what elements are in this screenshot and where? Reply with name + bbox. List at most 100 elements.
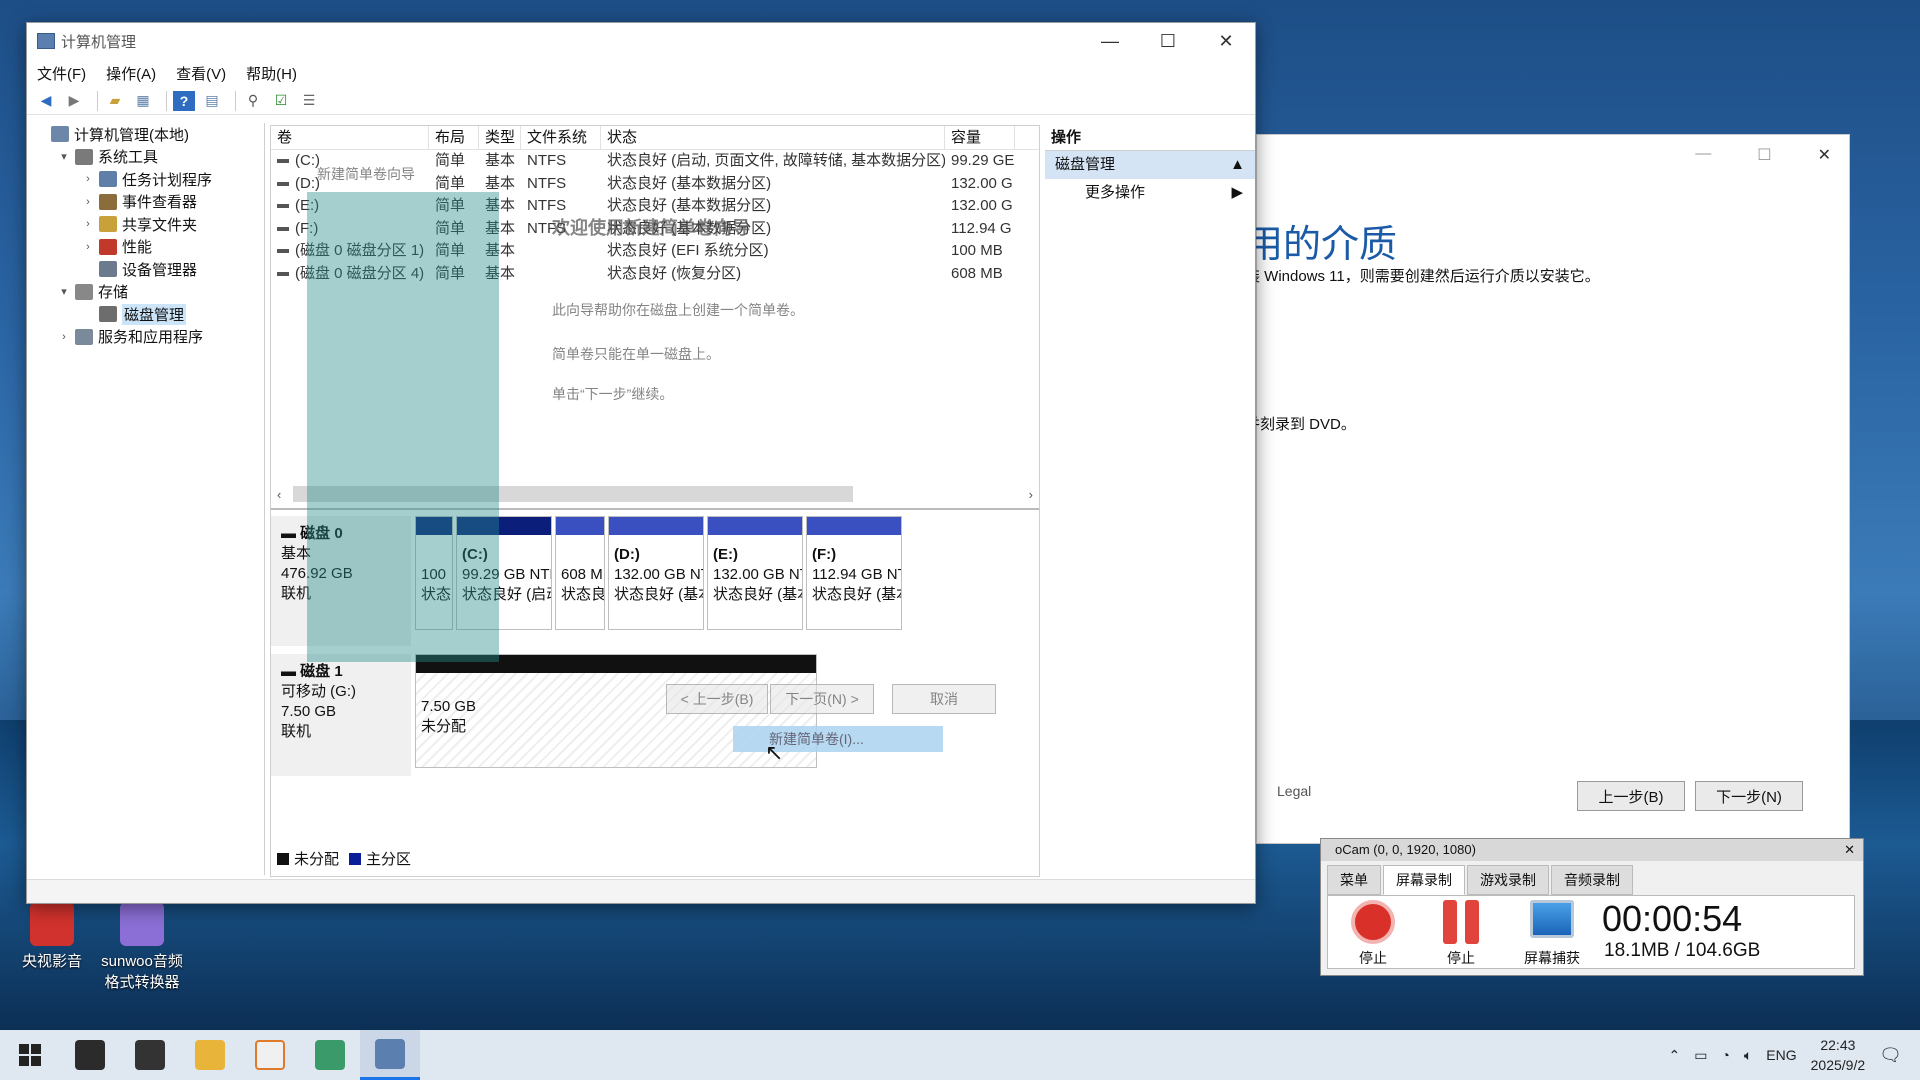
cell-capacity: 99.29 GE bbox=[951, 152, 1015, 169]
tree-item[interactable]: › 共享文件夹 bbox=[27, 213, 264, 236]
battery-icon[interactable]: ▭ bbox=[1694, 1047, 1707, 1064]
ocam-capture-button[interactable]: 屏幕捕获 bbox=[1514, 900, 1590, 968]
ocam-file-size: 18.1MB / 104.6GB bbox=[1604, 940, 1761, 961]
tree-node-icon bbox=[51, 126, 69, 143]
col-header-filesystem[interactable]: 文件系统 bbox=[521, 126, 601, 149]
col-header-layout[interactable]: 布局 bbox=[429, 126, 479, 149]
clock[interactable]: 22:43 2025/9/2 bbox=[1811, 1035, 1866, 1075]
expand-twisty-icon[interactable]: ▾ bbox=[57, 285, 71, 298]
setup-next-button[interactable]: 下一步(N) bbox=[1695, 781, 1803, 811]
clock-time: 22:43 bbox=[1820, 1037, 1856, 1053]
expand-twisty-icon[interactable]: › bbox=[57, 331, 71, 343]
ocam-tab-screen-record[interactable]: 屏幕录制 bbox=[1383, 865, 1465, 895]
disk0-partition[interactable]: (F:) 112.94 GB NTF 状态良好 (基本 bbox=[806, 516, 902, 630]
tree-item[interactable]: › 任务计划程序 bbox=[27, 168, 264, 191]
partition-size: 112.94 GB NTF bbox=[812, 566, 901, 583]
collapse-up-icon[interactable]: ▲ bbox=[1230, 151, 1245, 179]
scroll-right-icon[interactable]: › bbox=[1029, 487, 1033, 502]
disk0-partition[interactable]: 608 M 状态良 bbox=[555, 516, 605, 630]
settings-list-icon[interactable]: ☰ bbox=[298, 91, 320, 111]
legend-primary: 主分区 bbox=[366, 851, 412, 868]
col-header-type[interactable]: 类型 bbox=[479, 126, 521, 149]
minimize-icon[interactable]: — bbox=[1695, 145, 1711, 165]
tree-node-icon bbox=[99, 238, 117, 255]
disk0-partition[interactable]: (D:) 132.00 GB NTI 状态良好 (基本 bbox=[608, 516, 704, 630]
partition-status: 状态良好 (基本 bbox=[614, 586, 703, 603]
tree-item[interactable]: › 性能 bbox=[27, 236, 264, 259]
toolbar-separator bbox=[235, 90, 236, 111]
taskbar-app-office[interactable] bbox=[240, 1030, 300, 1080]
actions-section-disk-management[interactable]: 磁盘管理 ▲ bbox=[1045, 151, 1255, 179]
tree-node-icon bbox=[99, 193, 117, 210]
setup-back-button[interactable]: 上一步(B) bbox=[1577, 781, 1685, 811]
desktop-icon-cctv[interactable]: 央视影音 bbox=[14, 902, 90, 971]
volume-icon[interactable]: 🔈︎ bbox=[1744, 1047, 1752, 1064]
minimize-button[interactable]: — bbox=[1081, 23, 1139, 59]
expand-twisty-icon[interactable]: › bbox=[81, 241, 95, 253]
menu-action[interactable]: 操作(A) bbox=[106, 63, 156, 84]
tree-item[interactable]: 磁盘管理 bbox=[27, 303, 264, 326]
wizard-ghost-heading: 欢迎使用新建简单卷向导 bbox=[552, 218, 750, 238]
connect-icon[interactable]: ⚲ bbox=[242, 91, 264, 111]
up-folder-icon[interactable]: ▰ bbox=[104, 91, 126, 111]
menu-help[interactable]: 帮助(H) bbox=[246, 63, 297, 84]
cell-type: 基本 bbox=[485, 152, 516, 169]
menu-file[interactable]: 文件(F) bbox=[37, 63, 86, 84]
ocam-tab-menu[interactable]: 菜单 bbox=[1327, 865, 1381, 895]
legal-link[interactable]: Legal bbox=[1277, 783, 1311, 799]
desktop-icon-sunwoo[interactable]: sunwoo音频格式转换器 bbox=[96, 902, 188, 992]
properties-icon[interactable]: ▤ bbox=[201, 91, 223, 111]
maximize-button[interactable]: ☐ bbox=[1139, 23, 1197, 59]
taskbar-app-nox-1[interactable] bbox=[60, 1030, 120, 1080]
notification-icon[interactable]: 🗨︎ bbox=[1879, 1045, 1902, 1066]
tree-item[interactable]: 设备管理器 bbox=[27, 258, 264, 281]
taskbar-app-explorer[interactable] bbox=[180, 1030, 240, 1080]
show-hidden-icons-chevron-icon[interactable]: ⌃ bbox=[1668, 1047, 1680, 1064]
tree-item[interactable]: ▾ 系统工具 bbox=[27, 146, 264, 169]
tree-item[interactable]: › 服务和应用程序 bbox=[27, 326, 264, 349]
input-language[interactable]: ENG bbox=[1766, 1047, 1796, 1063]
ocam-tab-game-record[interactable]: 游戏录制 bbox=[1467, 865, 1549, 895]
ocam-stop-button[interactable]: 停止 bbox=[1338, 900, 1408, 968]
tree-item[interactable]: ▾ 存储 bbox=[27, 281, 264, 304]
col-header-volume[interactable]: 卷 bbox=[271, 126, 429, 149]
tree-item-label: 计算机管理(本地) bbox=[74, 126, 189, 144]
taskbar-app-media-creation[interactable] bbox=[300, 1030, 360, 1080]
expand-twisty-icon[interactable]: › bbox=[81, 218, 95, 230]
close-icon[interactable]: ✕ bbox=[1818, 145, 1831, 165]
scroll-left-icon[interactable]: ‹ bbox=[277, 487, 281, 502]
expand-twisty-icon[interactable]: ▾ bbox=[57, 150, 71, 163]
help-icon[interactable]: ? bbox=[173, 90, 195, 111]
close-button[interactable]: ✕ bbox=[1197, 23, 1255, 59]
more-actions-item[interactable]: 更多操作 ▶ bbox=[1045, 179, 1255, 207]
tree-item[interactable]: 计算机管理(本地) bbox=[27, 123, 264, 146]
disk0-partition[interactable]: (E:) 132.00 GB NTI 状态良好 (基本 bbox=[707, 516, 803, 630]
network-icon[interactable]: ◔ bbox=[1721, 1047, 1729, 1063]
wizard-ghost-cancel-button[interactable]: 取消 bbox=[892, 684, 996, 714]
expand-twisty-icon[interactable]: › bbox=[81, 173, 95, 185]
check-icon[interactable]: ☑ bbox=[270, 91, 292, 111]
menu-view[interactable]: 查看(V) bbox=[176, 63, 226, 84]
start-button[interactable] bbox=[0, 1030, 60, 1080]
ocam-pause-button[interactable]: 停止 bbox=[1426, 900, 1496, 968]
maximize-icon[interactable]: ☐ bbox=[1757, 145, 1771, 165]
expand-twisty-icon[interactable]: › bbox=[81, 196, 95, 208]
show-hide-tree-icon[interactable]: ▦ bbox=[132, 91, 154, 111]
col-header-status[interactable]: 状态 bbox=[601, 126, 945, 149]
tree-item[interactable]: › 事件查看器 bbox=[27, 191, 264, 214]
back-arrow-icon[interactable]: ◀ bbox=[35, 91, 57, 111]
primary-swatch bbox=[349, 852, 362, 865]
wizard-ghost-back-button[interactable]: < 上一步(B) bbox=[666, 684, 768, 714]
ocam-close-icon[interactable]: ✕ bbox=[1844, 839, 1855, 861]
disk1-label[interactable]: ▬ 磁盘 1 可移动 (G:) 7.50 GB 联机 bbox=[271, 654, 411, 776]
col-header-capacity[interactable]: 容量 bbox=[945, 126, 1015, 149]
setup-text-dvd: 并刻录到 DVD。 bbox=[1245, 416, 1356, 433]
ocam-elapsed-time: 00:00:54 bbox=[1602, 898, 1743, 939]
forward-arrow-icon[interactable]: ▶ bbox=[63, 91, 85, 111]
taskbar-app-computer-management[interactable] bbox=[360, 1030, 420, 1080]
wizard-ghost-next-button[interactable]: 下一页(N) > bbox=[770, 684, 874, 714]
record-stop-icon bbox=[1351, 900, 1395, 944]
ocam-tab-audio-record[interactable]: 音频录制 bbox=[1551, 865, 1633, 895]
taskbar-app-nox-2[interactable] bbox=[120, 1030, 180, 1080]
wizard-ghost-line2: 简单卷只能在单一磁盘上。 bbox=[552, 346, 720, 362]
